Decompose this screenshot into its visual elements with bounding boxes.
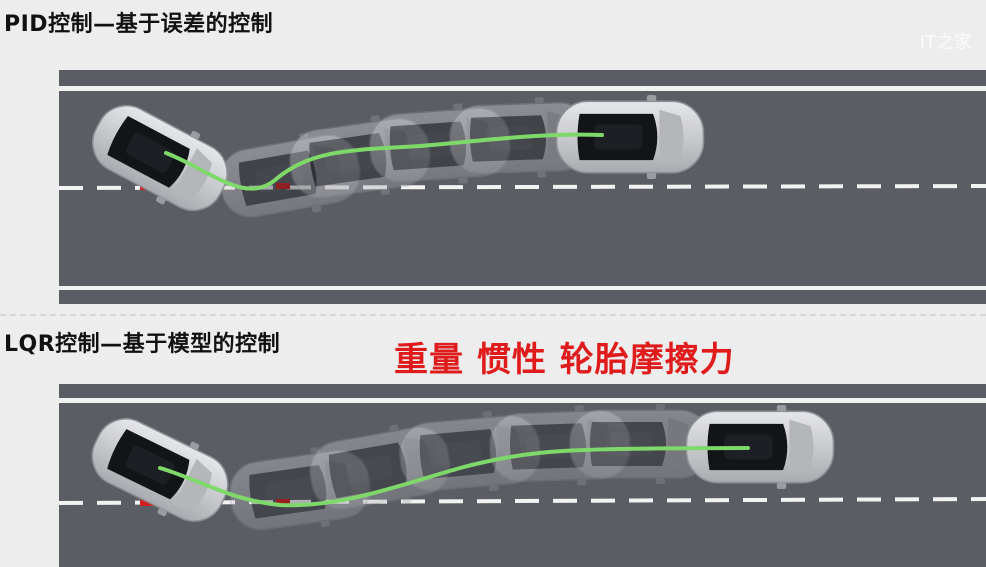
pid-road-bottom-edge-line — [59, 286, 986, 290]
lqr-section-title: LQR控制—基于模型的控制 — [4, 332, 281, 357]
pid-road-top-strip — [59, 70, 986, 86]
pid-road-bottom-strip — [59, 290, 986, 304]
highlight-factors: 重量 惯性 轮胎摩擦力 — [394, 340, 735, 380]
lqr-road-top-strip — [59, 384, 986, 398]
section-divider — [0, 314, 986, 316]
lqr-road-top-edge-line — [59, 398, 986, 403]
pid-road-scene — [58, 70, 986, 567]
pid-road-top-edge-line — [59, 86, 986, 91]
pid-car-end — [555, 94, 705, 180]
